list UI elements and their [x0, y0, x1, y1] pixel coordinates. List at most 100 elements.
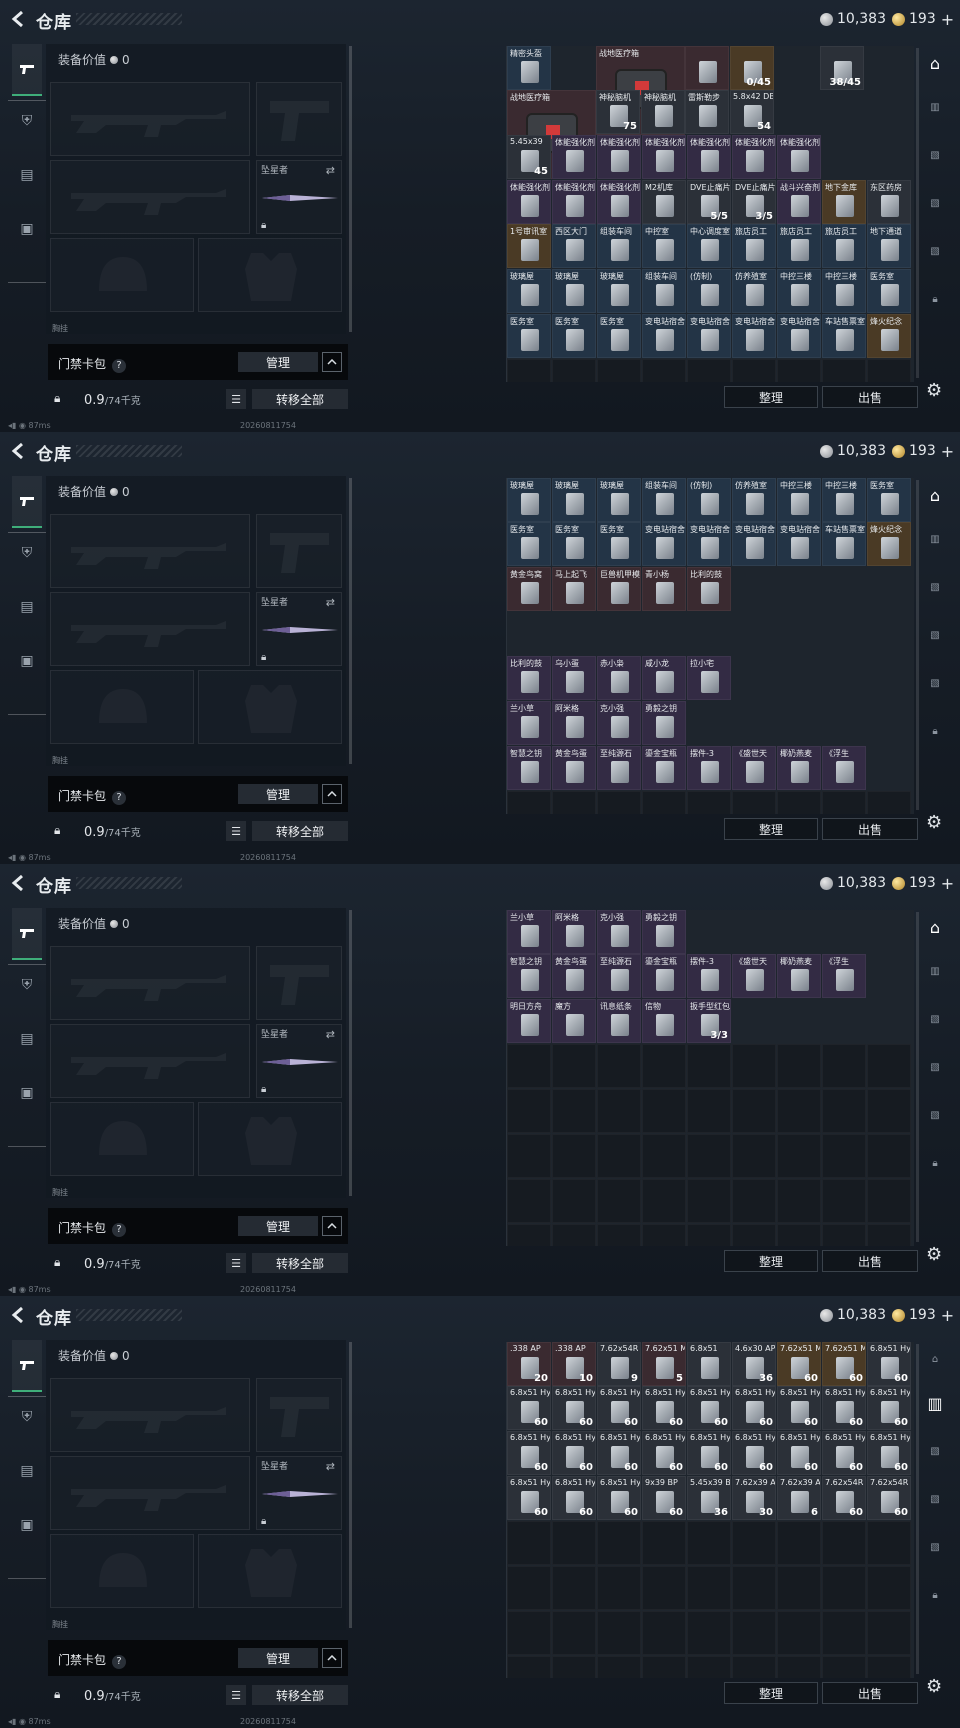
stash-item[interactable]: 6.8x51 Hybrid 60 [597, 1386, 641, 1430]
empty-slot[interactable] [732, 1656, 776, 1678]
nav-rig-tab[interactable]: ▤ [12, 1024, 42, 1054]
stash-item[interactable]: 0/45 [730, 46, 774, 90]
stash-item[interactable]: 中心调度室 [687, 224, 731, 268]
empty-slot[interactable] [732, 1089, 776, 1133]
stash-item[interactable]: 6.8x51 Hybrid 60 [822, 1431, 866, 1475]
empty-slot[interactable] [507, 1521, 551, 1565]
stash-item[interactable]: 玻璃屋 [597, 269, 641, 313]
empty-slot[interactable] [732, 1134, 776, 1178]
stash-item[interactable]: 玻璃屋 [552, 478, 596, 522]
stash-scrollbar[interactable] [916, 48, 919, 378]
empty-slot[interactable] [822, 1089, 866, 1133]
stash-item[interactable]: 医务室 [552, 522, 596, 566]
empty-slot[interactable] [732, 1521, 776, 1565]
empty-slot[interactable] [642, 1521, 686, 1565]
stash-item[interactable]: 1号审讯室 [507, 224, 551, 268]
sell-button[interactable]: 出售 [822, 386, 918, 408]
help-icon[interactable]: ? [112, 1655, 127, 1669]
equipment-scrollbar[interactable] [349, 910, 352, 1196]
stash-item[interactable]: 玻璃屋 [597, 478, 641, 522]
empty-slot[interactable] [867, 1134, 911, 1178]
empty-slot[interactable] [552, 1134, 596, 1178]
help-icon[interactable]: ? [112, 359, 127, 373]
empty-slot[interactable] [867, 791, 911, 814]
empty-slot[interactable] [822, 1656, 866, 1678]
equipment-scrollbar[interactable] [349, 1342, 352, 1628]
stash-item[interactable]: 变电站宿舍 [732, 314, 776, 358]
empty-slot[interactable] [867, 1521, 911, 1565]
stash-item[interactable]: 旅店员工 [822, 224, 866, 268]
sort-button[interactable]: 整理 [724, 818, 818, 840]
empty-slot[interactable] [642, 1089, 686, 1133]
manage-button[interactable]: 管理 [238, 784, 318, 804]
stash-scrollbar[interactable] [916, 1344, 919, 1674]
empty-slot[interactable] [552, 1044, 596, 1088]
stash-item[interactable]: 精密头盔 [507, 46, 551, 90]
stash-tab-locked[interactable]: 🔒︎ [922, 1150, 948, 1176]
empty-slot[interactable] [552, 1656, 596, 1678]
stash-tab-5[interactable]: ▧ [922, 1102, 948, 1128]
manage-button[interactable]: 管理 [238, 1648, 318, 1668]
armor-slot[interactable] [198, 670, 342, 744]
empty-slot[interactable] [777, 791, 821, 814]
empty-slot[interactable] [642, 791, 686, 814]
stash-item[interactable] [685, 46, 729, 90]
stash-item[interactable]: (仿制) [687, 478, 731, 522]
stash-item[interactable]: 比利的鼓 [687, 567, 731, 611]
swap-icon[interactable]: ⇄ [326, 1028, 335, 1041]
stash-item[interactable]: 变电站宿舍 [642, 314, 686, 358]
gold-currency[interactable]: 193 + [892, 1306, 954, 1325]
empty-slot[interactable] [552, 1566, 596, 1610]
stash-item[interactable]: 体能强化剂 [597, 135, 641, 179]
stash-item[interactable]: 至纯源石 [597, 746, 641, 790]
stash-item[interactable]: 《盛世天 [732, 954, 776, 998]
stash-item[interactable]: 变电站宿舍 [642, 522, 686, 566]
pistol-slot[interactable] [256, 946, 342, 1020]
stash-tab-main[interactable]: ⌂ [922, 914, 948, 940]
empty-slot[interactable] [732, 791, 776, 814]
pistol-slot[interactable] [256, 514, 342, 588]
stash-item[interactable]: 巨兽机甲模型 [597, 567, 641, 611]
empty-slot[interactable] [687, 1224, 731, 1246]
stash-scrollbar[interactable] [916, 480, 919, 810]
empty-slot[interactable] [777, 1656, 821, 1678]
stash-item[interactable]: 医务室 [597, 314, 641, 358]
nav-backpack-tab[interactable]: ▣ [12, 646, 42, 676]
help-icon[interactable]: ? [112, 1223, 127, 1237]
stash-item[interactable]: 勇毅之钥 [642, 701, 686, 745]
empty-slot[interactable] [867, 1566, 911, 1610]
stash-item[interactable]: 6.8x51 Hybrid 60 [867, 1431, 911, 1475]
collapse-button[interactable] [322, 352, 342, 372]
stash-item[interactable]: 黄金鸟蛋 [552, 746, 596, 790]
empty-slot[interactable] [687, 1179, 731, 1223]
empty-slot[interactable] [507, 1179, 551, 1223]
empty-slot[interactable] [507, 359, 551, 382]
empty-slot[interactable] [597, 1224, 641, 1246]
helmet-slot[interactable] [50, 1102, 194, 1176]
transfer-all-button[interactable]: 转移全部 [252, 1685, 348, 1705]
nav-weapons-tab[interactable] [12, 908, 42, 960]
stash-item[interactable]: 中控三楼 [822, 478, 866, 522]
empty-slot[interactable] [867, 1656, 911, 1678]
empty-slot[interactable] [732, 1611, 776, 1655]
stash-item[interactable]: (仿制) [687, 269, 731, 313]
empty-slot[interactable] [687, 1134, 731, 1178]
back-arrow-icon[interactable] [10, 442, 26, 460]
back-arrow-icon[interactable] [10, 1306, 26, 1324]
primary-weapon-slot[interactable] [50, 82, 250, 156]
empty-slot[interactable] [687, 1656, 731, 1678]
primary-weapon-slot[interactable] [50, 514, 250, 588]
empty-slot[interactable] [552, 1611, 596, 1655]
sell-button[interactable]: 出售 [822, 1250, 918, 1272]
melee-slot[interactable]: 坠星者 ⇄ 🔒︎ [256, 1456, 342, 1530]
stash-item[interactable]: 6.8x51 Hybrid 60 [597, 1476, 641, 1520]
pistol-slot[interactable] [256, 1378, 342, 1452]
empty-slot[interactable] [507, 1089, 551, 1133]
stash-item[interactable]: M2机库 [642, 180, 686, 224]
empty-slot[interactable] [822, 1134, 866, 1178]
gear-icon[interactable]: ⚙ [926, 1676, 942, 1697]
nav-rig-tab[interactable]: ▤ [12, 160, 42, 190]
empty-slot[interactable] [822, 1179, 866, 1223]
helmet-slot[interactable] [50, 670, 194, 744]
empty-slot[interactable] [732, 359, 776, 382]
